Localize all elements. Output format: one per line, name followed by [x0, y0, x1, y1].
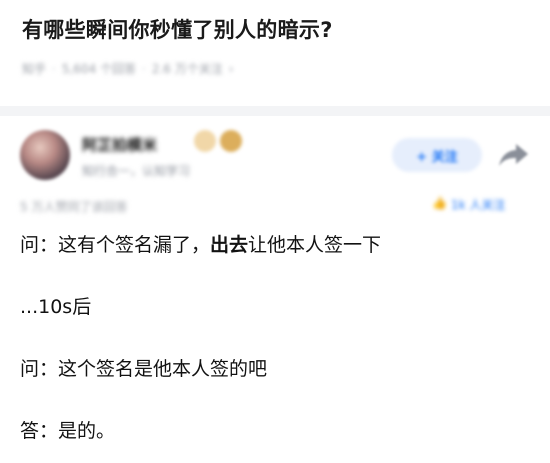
- agree-label: 1k 人关注: [450, 198, 506, 212]
- badge-icon: [220, 130, 242, 152]
- meta-topic: 知乎: [22, 62, 47, 76]
- question-header: 有哪些瞬间你秒懂了别人的暗示? 知乎 · 5,604 个回答 · 2.6 万个关…: [0, 0, 550, 106]
- avatar[interactable]: [20, 130, 70, 180]
- follow-button[interactable]: + 关注: [392, 138, 482, 172]
- answer-text: 让他本人签一下: [248, 234, 382, 256]
- question-title[interactable]: 有哪些瞬间你秒懂了别人的暗示?: [22, 14, 333, 44]
- meta-separator: ·: [52, 61, 56, 76]
- chevron-right-icon[interactable]: ›: [229, 62, 234, 76]
- meta-separator: ·: [142, 61, 146, 76]
- meta-answers: 5,604 个回答: [61, 62, 137, 76]
- author-row: 阿芷拍模米 知行合一，认知学习 + 关注 5 万人赞同了该回答 👍 1k 人关注: [0, 116, 550, 226]
- answer-bold-text: 出去: [210, 234, 249, 256]
- thumbs-up-icon: 👍: [432, 196, 447, 210]
- agree-link[interactable]: 👍 1k 人关注: [432, 196, 505, 213]
- meta-follows: 2.6 万个关注: [151, 62, 223, 76]
- author-name[interactable]: 阿芷拍模米: [82, 134, 157, 155]
- section-divider: [0, 106, 550, 116]
- question-meta: 知乎 · 5,604 个回答 · 2.6 万个关注 ›: [22, 60, 234, 77]
- answer-line-3: 问：这个签名是他本人签的吧: [20, 358, 268, 380]
- answer-text: 问：这有个签名漏了，: [20, 234, 211, 256]
- answer-line-4: 答：是的。: [20, 420, 116, 442]
- author-bio: 知行合一，认知学习: [82, 164, 191, 178]
- answer-line-2: ...10s后: [20, 296, 92, 318]
- vote-info: 5 万人赞同了该回答: [20, 200, 128, 214]
- share-icon[interactable]: [496, 140, 532, 170]
- badge-icon: [194, 130, 216, 152]
- answer-line-1: 问：这有个签名漏了，出去让他本人签一下: [20, 232, 381, 258]
